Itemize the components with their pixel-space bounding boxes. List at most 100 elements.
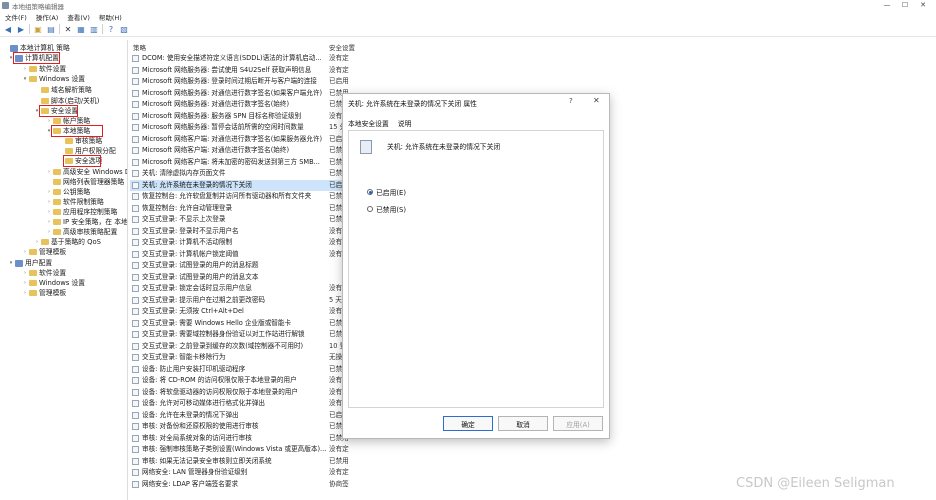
expand-toggle-icon[interactable]: › (46, 227, 52, 237)
expand-toggle-icon[interactable]: › (46, 187, 52, 197)
tree-node[interactable]: › IP 安全策略，在 本地计 (46, 217, 127, 227)
policy-icon (132, 446, 139, 453)
tree-node-label[interactable]: 应用程序控制策略 (63, 207, 117, 217)
tree-node-label[interactable]: 审核策略 (75, 136, 102, 146)
tree-node[interactable]: ▾ Windows 设置 (22, 74, 85, 84)
expand-toggle-icon[interactable]: ▾ (22, 74, 28, 84)
folder-icon (53, 219, 61, 225)
tree-node[interactable]: › 软件设置 (22, 268, 66, 278)
tree-node[interactable]: › Windows 设置 (22, 278, 85, 288)
tree-node[interactable]: › 公钥策略 (46, 187, 90, 197)
tree-node-label[interactable]: 公钥策略 (63, 187, 90, 197)
menu-file[interactable]: 文件(F) (5, 12, 27, 22)
table-row[interactable]: 审核: 强制审核策略子类别设置(Windows Vista 或更高版本)... 没… (130, 444, 390, 455)
up-folder-icon[interactable]: ▣ (33, 24, 43, 34)
tree-node[interactable]: ▾ 用户配置 (8, 258, 52, 268)
cancel-button[interactable]: 取消 (498, 416, 548, 431)
watermark: CSDN @Eileen Seligman (736, 476, 895, 491)
radio-enabled-dot[interactable] (367, 189, 373, 195)
tree-node[interactable]: 审核策略 (58, 136, 102, 146)
folder-icon (41, 87, 49, 93)
menu-help[interactable]: 帮助(H) (99, 12, 122, 22)
radio-disabled-dot[interactable] (367, 206, 373, 212)
table-row[interactable]: 网络安全: LAN 管理器身份验证级别 没有定义 (130, 467, 390, 478)
view-icon[interactable]: ▧ (119, 24, 129, 34)
tree-node-label[interactable]: 软件限制策略 (63, 197, 104, 207)
tree-node-label[interactable]: 软件设置 (39, 268, 66, 278)
column-policy[interactable]: 策略 (133, 42, 146, 52)
policy-icon (132, 434, 139, 442)
tab-explain[interactable]: 说明 (398, 118, 412, 128)
tree-node-label[interactable]: IP 安全策略，在 本地计 (63, 217, 127, 227)
tree-node[interactable]: › 软件限制策略 (46, 197, 104, 207)
policy-name: 交互式登录: 智能卡移除行为 (142, 353, 226, 361)
tree-node[interactable]: › 应用程序控制策略 (46, 207, 117, 217)
apply-button[interactable]: 应用(A) (553, 416, 603, 431)
radio-enabled[interactable]: 已启用(E) (367, 187, 406, 197)
tree-node-label[interactable]: 基于策略的 QoS (51, 237, 101, 247)
tree-node-label[interactable]: Windows 设置 (39, 278, 85, 288)
help-icon[interactable]: ? (106, 24, 116, 34)
policy-name: 设备: 将软盘驱动器的访问权限仅限于本地登录的用户 (142, 387, 298, 396)
properties-icon[interactable]: ▦ (76, 24, 86, 34)
tree-node-label[interactable]: 管理模板 (39, 288, 66, 298)
tree-node-label[interactable]: 软件设置 (39, 64, 66, 74)
show-tree-icon[interactable]: ▤ (46, 24, 56, 34)
forward-icon[interactable]: ▶ (16, 24, 26, 34)
minimize-button[interactable]: — (880, 0, 894, 11)
column-security-setting[interactable]: 安全设置 (329, 42, 355, 52)
tree-node-label[interactable]: 高级安全 Windows Def (63, 167, 127, 177)
tree-node-label[interactable]: 用户配置 (25, 258, 52, 268)
tab-local-security-setting[interactable]: 本地安全设置 (348, 118, 389, 128)
policy-name: Microsoft 网络客户端: 对通信进行数字签名(如果服务器允许) (142, 134, 323, 143)
dialog-help-button[interactable]: ? (569, 97, 573, 105)
expand-toggle-icon[interactable]: › (46, 217, 52, 227)
policy-icon (132, 377, 139, 384)
expand-toggle-icon[interactable]: › (22, 288, 28, 298)
radio-disabled[interactable]: 已禁用(S) (367, 204, 406, 214)
tree-node[interactable]: › 管理模板 (22, 288, 66, 298)
menu-view[interactable]: 查看(V) (67, 12, 90, 22)
policy-setting: 没有定义 (329, 65, 349, 74)
tree-node[interactable]: › 软件设置 (22, 64, 66, 74)
expand-toggle-icon[interactable]: ▾ (8, 258, 14, 268)
tree-node[interactable]: 网络列表管理器策略 (46, 177, 124, 187)
tree-node-label[interactable]: 高级审核策略配置 (63, 227, 117, 237)
export-list-icon[interactable]: ▥ (89, 24, 99, 34)
expand-toggle-icon[interactable]: › (46, 167, 52, 177)
expand-toggle-icon[interactable]: › (22, 64, 28, 74)
policy-icon (132, 135, 139, 143)
delete-icon[interactable]: ✕ (63, 24, 73, 34)
policy-name: 交互式登录: 计算机不活动限制 (142, 238, 233, 246)
tree-node-label[interactable]: 管理模板 (39, 247, 66, 257)
radio-disabled-label[interactable]: 已禁用(S) (376, 204, 406, 214)
table-row[interactable]: Microsoft 网络服务器: 登录时间过期后断开与客户端的连接 已启用 (130, 76, 390, 87)
dialog-close-button[interactable]: ✕ (593, 96, 600, 105)
expand-toggle-icon[interactable]: › (46, 197, 52, 207)
table-row[interactable]: Microsoft 网络服务器: 尝试使用 S4U2Self 获取声明信息 没有定… (130, 65, 390, 76)
expand-toggle-icon[interactable]: › (34, 237, 40, 247)
table-row[interactable]: DCOM: 使用安全描述符定义语言(SDDL)语法的计算机启动... 没有定义 (130, 53, 390, 64)
tree-node[interactable]: 域名解析策略 (34, 85, 92, 95)
expand-toggle-icon[interactable]: › (22, 247, 28, 257)
dialog-title: 关机: 允许系统在未登录的情况下关闭 属性 (348, 100, 477, 108)
tree-node[interactable]: › 管理模板 (22, 247, 66, 257)
expand-toggle-icon[interactable]: › (22, 278, 28, 288)
policy-icon (132, 147, 139, 154)
tree-node[interactable]: › 基于策略的 QoS (34, 237, 101, 247)
tree-node[interactable]: › 高级审核策略配置 (46, 227, 117, 237)
tree-node-label[interactable]: 网络列表管理器策略 (63, 177, 124, 187)
back-icon[interactable]: ◀ (3, 24, 13, 34)
menu-action[interactable]: 操作(A) (36, 12, 59, 22)
table-row[interactable]: 网络安全: LDAP 客户端签名要求 协商签名 (130, 479, 390, 490)
table-row[interactable]: 审核: 如果无法记录安全审核则立即关闭系统 已禁用 (130, 456, 390, 467)
tree-node-label[interactable]: Windows 设置 (39, 74, 85, 84)
maximize-button[interactable]: ☐ (898, 0, 912, 11)
expand-toggle-icon[interactable]: › (46, 207, 52, 217)
radio-enabled-label[interactable]: 已启用(E) (376, 187, 406, 197)
ok-button[interactable]: 确定 (443, 416, 493, 431)
expand-toggle-icon[interactable]: › (22, 268, 28, 278)
close-button[interactable]: ✕ (916, 0, 930, 11)
tree-node-label[interactable]: 域名解析策略 (51, 85, 92, 95)
tree-node[interactable]: › 高级安全 Windows Def (46, 167, 127, 177)
